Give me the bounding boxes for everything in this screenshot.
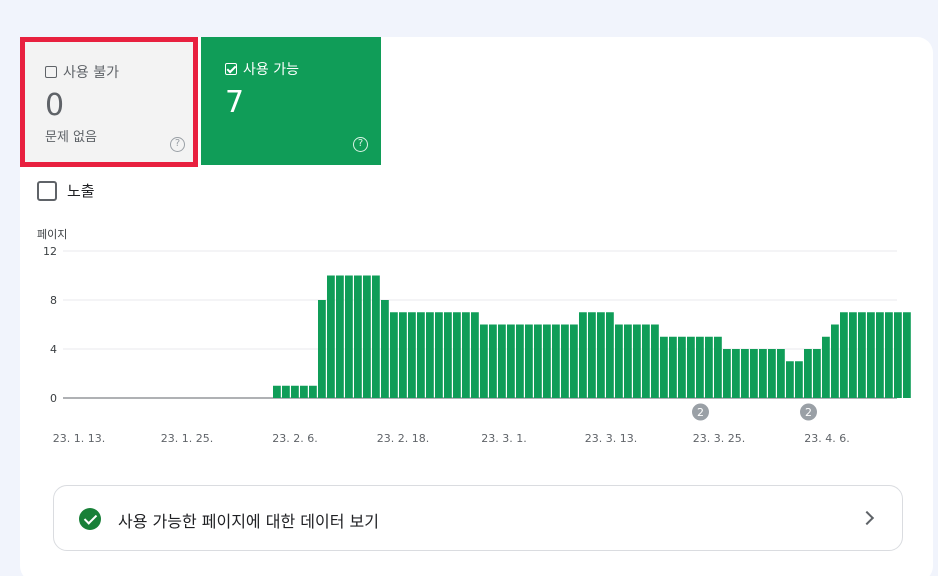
x-tick-label: 23. 3. 1. [481, 432, 526, 445]
bar [831, 324, 839, 398]
x-tick-label: 23. 1. 25. [161, 432, 213, 445]
bar [732, 349, 740, 398]
bar [453, 312, 461, 398]
view-valid-pages-label: 사용 가능한 페이지에 대한 데이터 보기 [118, 512, 379, 531]
bar [759, 349, 767, 398]
bar [633, 324, 641, 398]
bar [651, 324, 659, 398]
bar [669, 336, 677, 398]
bar [849, 312, 857, 398]
bar [696, 336, 704, 398]
bar [687, 336, 695, 398]
y-tick-label: 12 [43, 245, 57, 258]
x-tick-label: 23. 4. 6. [804, 432, 849, 445]
bar [840, 312, 848, 398]
bar [660, 336, 668, 398]
bar [291, 385, 299, 398]
bar [795, 361, 803, 398]
bar [903, 312, 911, 398]
bar [498, 324, 506, 398]
bar [417, 312, 425, 398]
annotation-label: 2 [697, 406, 704, 419]
bar [750, 349, 758, 398]
view-valid-pages-button[interactable]: 사용 가능한 페이지에 대한 데이터 보기 [53, 485, 903, 551]
bar [327, 275, 335, 398]
bar [534, 324, 542, 398]
bar [894, 312, 902, 398]
bar [381, 300, 389, 398]
bar [786, 361, 794, 398]
bar [489, 324, 497, 398]
bar [372, 275, 380, 398]
bar [885, 312, 893, 398]
x-tick-label: 23. 3. 13. [585, 432, 637, 445]
bar [318, 300, 326, 398]
bar [579, 312, 587, 398]
bar [606, 312, 614, 398]
bar [390, 312, 398, 398]
bar [444, 312, 452, 398]
bar [273, 385, 281, 398]
bar [543, 324, 551, 398]
chevron-right-icon [859, 510, 875, 526]
bar [822, 336, 830, 398]
bar [678, 336, 686, 398]
bar [561, 324, 569, 398]
bar [588, 312, 596, 398]
bar [597, 312, 605, 398]
y-tick-label: 8 [50, 294, 57, 307]
bar [804, 349, 812, 398]
bar [615, 324, 623, 398]
bar [876, 312, 884, 398]
bar [480, 324, 488, 398]
bar [300, 385, 308, 398]
x-tick-label: 23. 3. 25. [693, 432, 745, 445]
bar [570, 324, 578, 398]
bar [354, 275, 362, 398]
bar [336, 275, 344, 398]
bar [552, 324, 560, 398]
bar [714, 336, 722, 398]
bar [642, 324, 650, 398]
bar [426, 312, 434, 398]
bar [813, 349, 821, 398]
bar [525, 324, 533, 398]
bar [462, 312, 470, 398]
bar [516, 324, 524, 398]
check-circle-icon [79, 508, 101, 530]
bar [309, 385, 317, 398]
bar [624, 324, 632, 398]
bar [363, 275, 371, 398]
bar [768, 349, 776, 398]
bar [408, 312, 416, 398]
x-tick-label: 23. 1. 13. [53, 432, 105, 445]
annotation-label: 2 [805, 406, 812, 419]
bar [507, 324, 515, 398]
y-tick-label: 4 [50, 343, 57, 356]
bar [858, 312, 866, 398]
bar [867, 312, 875, 398]
bar [777, 349, 785, 398]
bar [705, 336, 713, 398]
bar [435, 312, 443, 398]
bar [399, 312, 407, 398]
y-tick-label: 0 [50, 392, 57, 405]
bar [723, 349, 731, 398]
bar [282, 385, 290, 398]
x-tick-label: 23. 2. 18. [377, 432, 429, 445]
bar [471, 312, 479, 398]
x-tick-label: 23. 2. 6. [272, 432, 317, 445]
bar [741, 349, 749, 398]
bar [345, 275, 353, 398]
